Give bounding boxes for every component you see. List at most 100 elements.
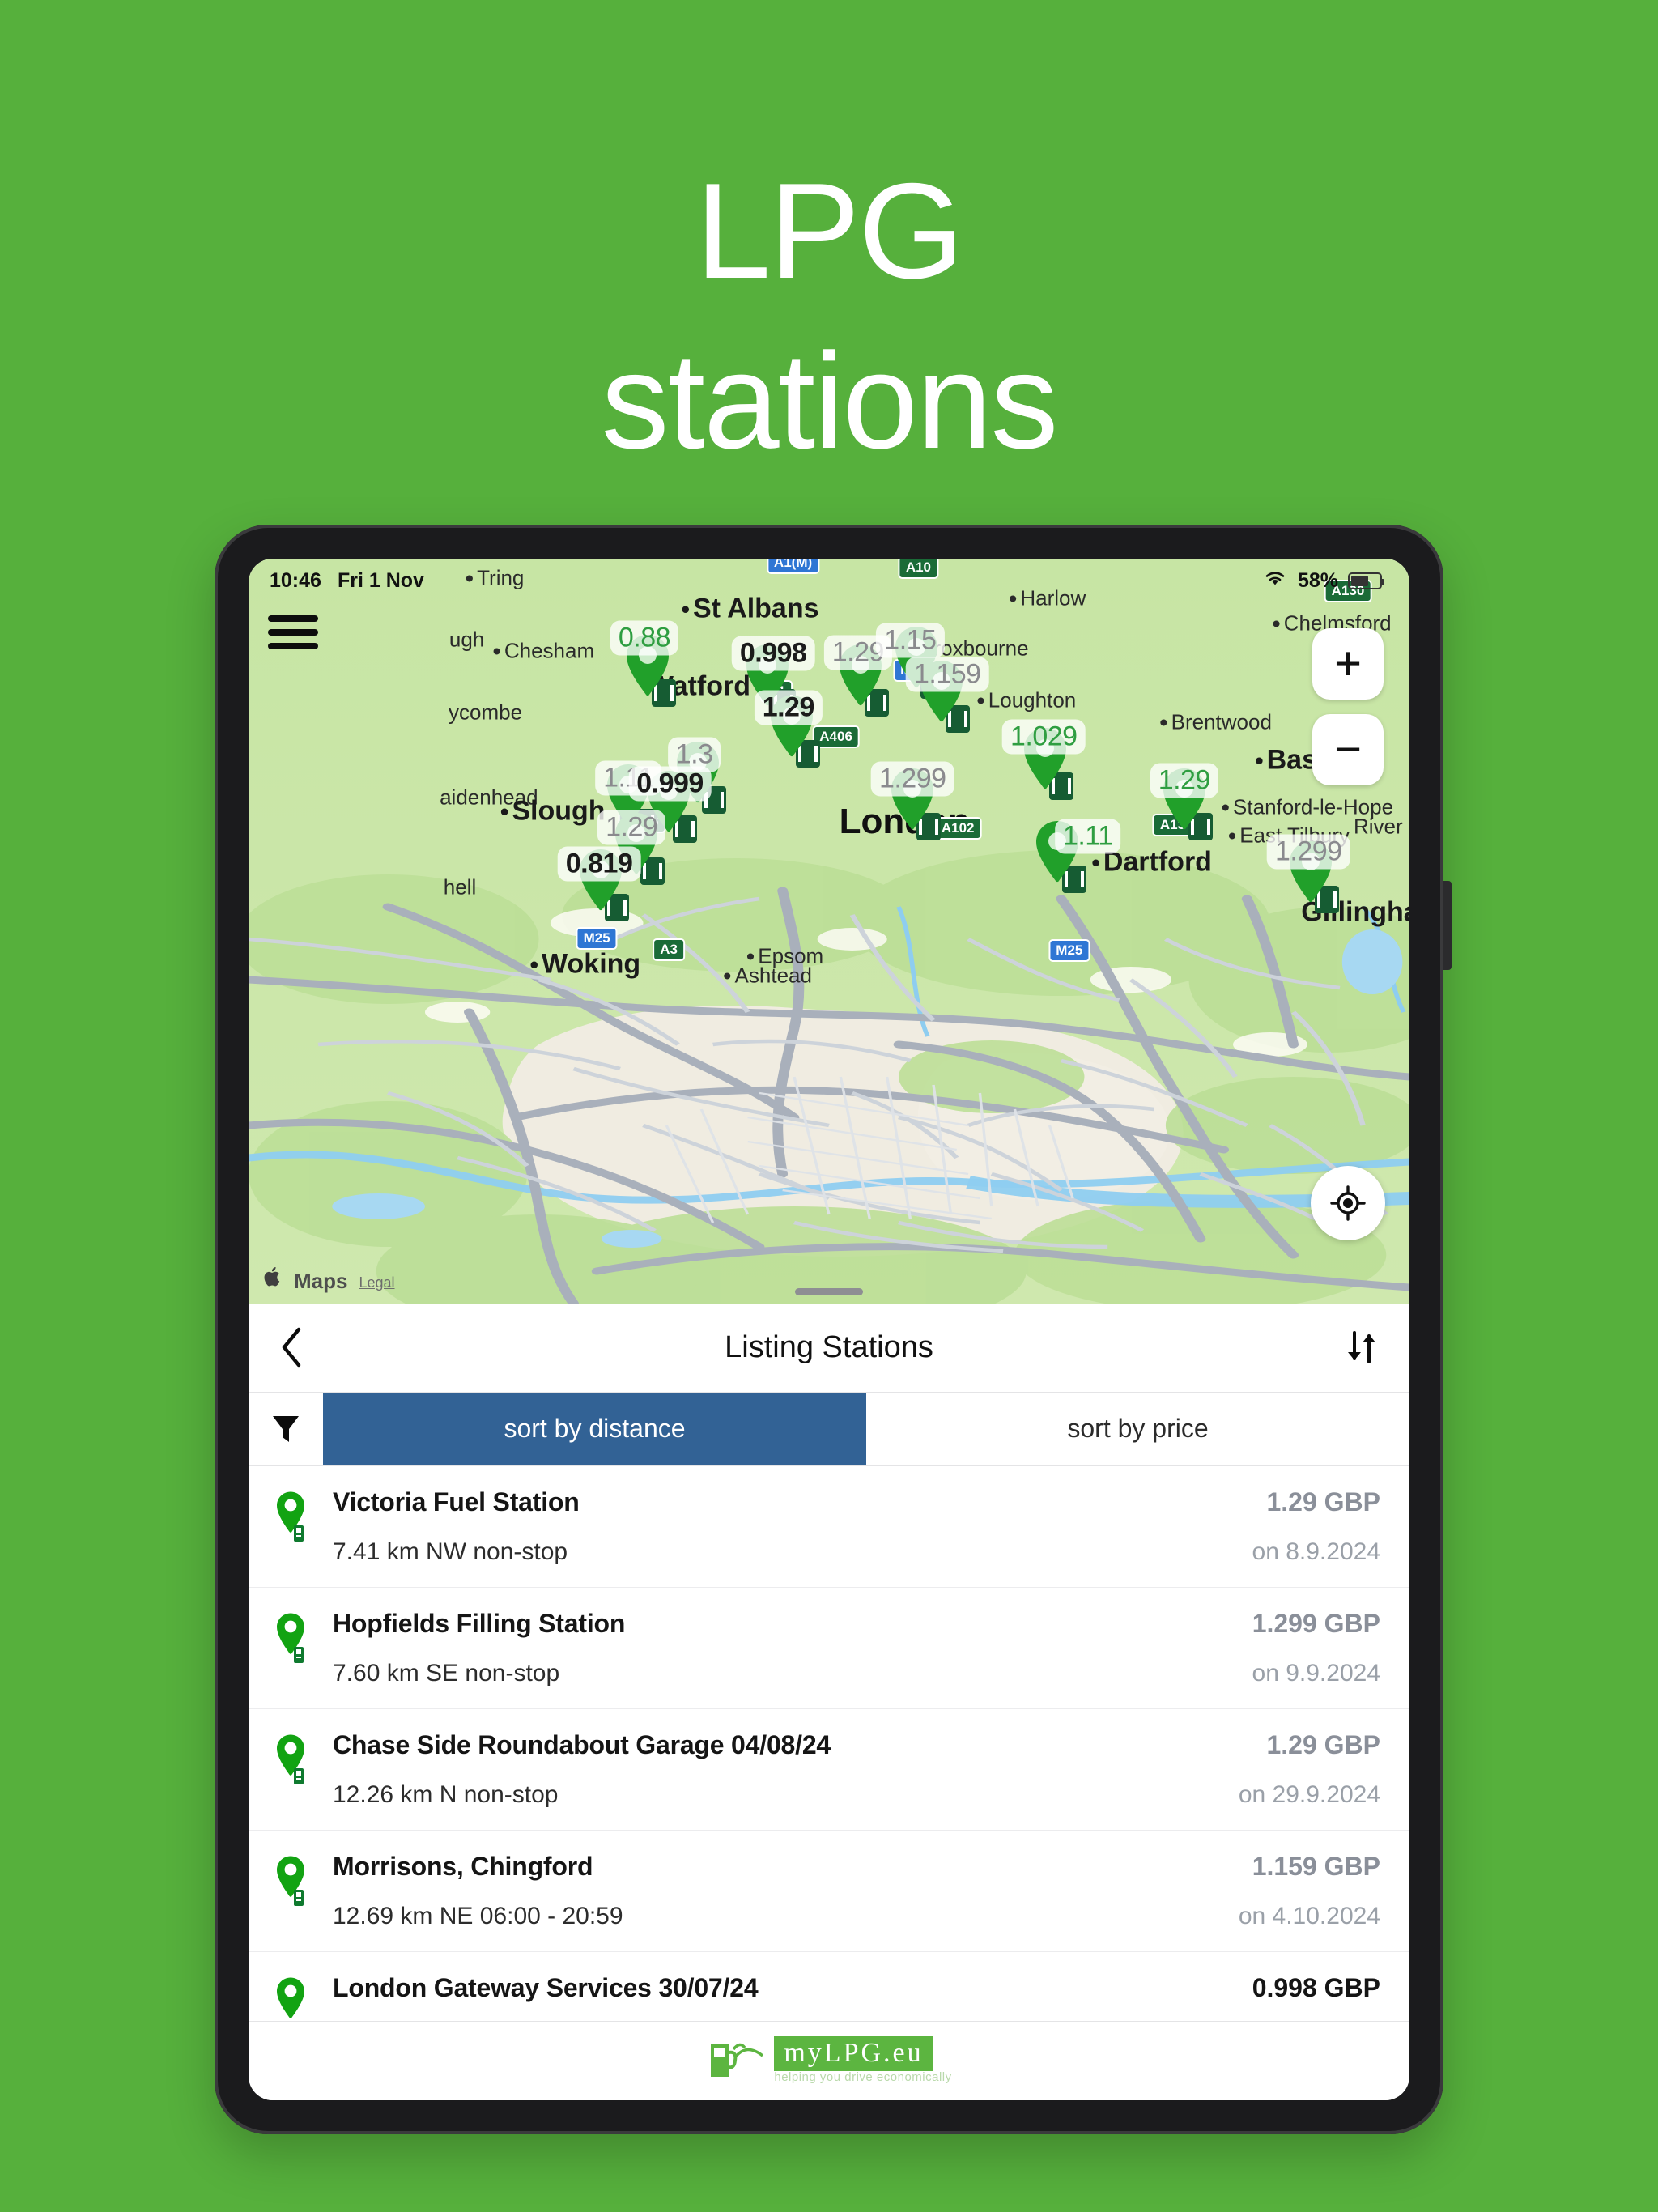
station-name: Victoria Fuel Station <box>333 1487 580 1517</box>
station-list-item[interactable]: London Gateway Services 30/07/24 0.998 GB… <box>249 1952 1409 2021</box>
station-info: Hopfields Filling Station 7.60 km SE non-… <box>333 1609 1223 1687</box>
station-price: 1.29 GBP <box>1266 1487 1380 1517</box>
station-list-item[interactable]: Chase Side Roundabout Garage 04/08/24 12.… <box>249 1709 1409 1831</box>
map-place-label: ugh <box>449 627 485 652</box>
map-place-label: Woking <box>530 949 640 981</box>
map-price-label[interactable]: 1.29 <box>597 810 666 845</box>
headline-line-1: LPG <box>695 155 964 307</box>
station-list-item[interactable]: Victoria Fuel Station 7.41 km NW non-stop… <box>249 1466 1409 1589</box>
map-zoom-controls: + − <box>1312 628 1384 785</box>
station-price-block: 1.29 GBP on 8.9.2024 <box>1239 1487 1380 1566</box>
map-price-label[interactable]: 0.88 <box>610 620 679 656</box>
map-place-label: Chesham <box>492 639 594 664</box>
station-list-item[interactable]: Hopfields Filling Station 7.60 km SE non-… <box>249 1588 1409 1710</box>
station-info: Victoria Fuel Station 7.41 km NW non-stop <box>333 1487 1223 1566</box>
road-shield-m25: M25 <box>1048 939 1090 962</box>
map-price-label[interactable]: 0.998 <box>731 636 815 671</box>
station-price-date: on 4.10.2024 <box>1238 1903 1380 1930</box>
map-price-label[interactable]: 0.999 <box>628 766 712 802</box>
station-info: London Gateway Services 30/07/24 <box>333 1973 1223 2003</box>
station-price-block: 0.998 GBP <box>1239 1973 1380 2003</box>
road-shield-m25: M25 <box>576 927 618 950</box>
station-name: Morrisons, Chingford <box>333 1852 593 1882</box>
map-price-label[interactable]: 0.819 <box>557 846 641 882</box>
page-title: LPG stations <box>0 146 1658 486</box>
map-price-label[interactable]: 1.299 <box>1266 834 1350 870</box>
station-list: Victoria Fuel Station 7.41 km NW non-stop… <box>249 1466 1409 2021</box>
footer-branding: myLPG.eu helping you drive economically <box>249 2021 1409 2100</box>
map-place-label: hell <box>443 874 477 900</box>
road-shield-a3: A3 <box>653 938 685 961</box>
station-list-item[interactable]: Morrisons, Chingford 12.69 km NE 06:00 - … <box>249 1831 1409 1953</box>
mylpg-logo[interactable]: myLPG.eu helping you drive economically <box>706 2036 951 2086</box>
map-place-label: ycombe <box>449 700 523 725</box>
fuel-pump-car-logo-icon <box>706 2036 766 2086</box>
road-shield-a102: A102 <box>933 817 982 840</box>
station-price-block: 1.159 GBP on 4.10.2024 <box>1226 1852 1380 1930</box>
station-name: Hopfields Filling Station <box>333 1609 626 1639</box>
battery-percent-label: 58% <box>1297 568 1338 592</box>
sort-direction-button[interactable] <box>1343 1328 1380 1367</box>
station-name: Chase Side Roundabout Garage 04/08/24 <box>333 1730 831 1760</box>
station-pin-icon <box>274 1487 317 1562</box>
zoom-out-button[interactable]: − <box>1312 714 1384 785</box>
listing-sheet: Listing Stations sort by distance sort b… <box>249 1304 1409 2021</box>
station-price: 1.29 GBP <box>1266 1730 1380 1760</box>
station-price-block: 1.299 GBP on 9.9.2024 <box>1239 1609 1380 1687</box>
station-pin-icon <box>274 1852 317 1926</box>
status-date: Fri 1 Nov <box>337 568 424 592</box>
locate-me-button[interactable] <box>1311 1166 1385 1240</box>
map-place-label: Ashtead <box>723 963 812 989</box>
station-details: 12.26 km N non-stop <box>333 1781 559 1809</box>
tablet-screen: 10:46 Fri 1 Nov 58% + − Maps Legal • Tri… <box>249 559 1409 2100</box>
station-price-date: on 9.9.2024 <box>1252 1660 1380 1687</box>
headline-line-2: stations <box>601 325 1059 477</box>
map-view[interactable]: 10:46 Fri 1 Nov 58% + − Maps Legal • Tri… <box>249 559 1409 1304</box>
map-price-label[interactable]: 1.159 <box>905 657 989 692</box>
sort-tabs-row: sort by distance sort by price <box>249 1392 1409 1467</box>
back-chevron-icon <box>282 1328 301 1368</box>
station-details: 7.41 km NW non-stop <box>333 1538 568 1566</box>
station-price-block: 1.29 GBP on 29.9.2024 <box>1226 1730 1380 1809</box>
filter-button[interactable] <box>249 1393 323 1465</box>
map-price-label[interactable]: 1.299 <box>870 761 954 797</box>
map-price-label[interactable]: 1.029 <box>1001 719 1086 755</box>
map-price-label[interactable]: 1.15 <box>876 623 945 658</box>
map-place-label: Loughton <box>976 688 1076 713</box>
sort-direction-icon <box>1348 1331 1375 1364</box>
map-price-label[interactable]: 1.29 <box>754 690 823 725</box>
station-price: 1.159 GBP <box>1252 1852 1380 1882</box>
station-price-date: on 8.9.2024 <box>1252 1538 1380 1566</box>
map-price-label[interactable]: 1.29 <box>1150 763 1218 798</box>
station-price-date: on 29.9.2024 <box>1238 1781 1380 1809</box>
station-price: 0.998 GBP <box>1252 1973 1380 2003</box>
sheet-grabber[interactable] <box>795 1287 863 1295</box>
zoom-in-button[interactable]: + <box>1312 628 1384 700</box>
station-details: 7.60 km SE non-stop <box>333 1660 560 1687</box>
back-button[interactable] <box>278 1325 326 1369</box>
sheet-title: Listing Stations <box>725 1329 933 1364</box>
station-info: Morrisons, Chingford 12.69 km NE 06:00 - … <box>333 1852 1209 1930</box>
map-canvas <box>249 559 1409 1304</box>
mylpg-logo-tagline: helping you drive economically <box>774 2070 952 2084</box>
battery-icon <box>1348 572 1384 589</box>
locate-me-icon <box>1330 1185 1366 1221</box>
status-time: 10:46 <box>270 568 321 592</box>
station-pin-icon <box>274 1730 317 1805</box>
map-price-label[interactable]: 1.11 <box>1054 819 1121 854</box>
hamburger-menu-icon[interactable] <box>268 612 318 653</box>
station-pin-icon <box>274 1973 317 2021</box>
tab-sort-by-distance[interactable]: sort by distance <box>323 1392 866 1466</box>
map-place-label: Brentwood <box>1159 710 1272 735</box>
mylpg-logo-text: myLPG.eu <box>774 2036 933 2071</box>
station-details: 12.69 km NE 06:00 - 20:59 <box>333 1903 623 1930</box>
map-place-label: Slough <box>500 796 605 827</box>
status-bar: 10:46 Fri 1 Nov 58% <box>249 559 1409 602</box>
station-price: 1.299 GBP <box>1252 1609 1380 1639</box>
sheet-grabber-area[interactable] <box>249 1283 1409 1300</box>
tab-sort-by-price[interactable]: sort by price <box>866 1393 1409 1465</box>
station-pin-icon <box>274 1609 317 1683</box>
filter-funnel-icon <box>273 1415 299 1442</box>
station-name: London Gateway Services 30/07/24 <box>333 1973 759 2003</box>
map-place-label: River <box>1353 814 1403 839</box>
